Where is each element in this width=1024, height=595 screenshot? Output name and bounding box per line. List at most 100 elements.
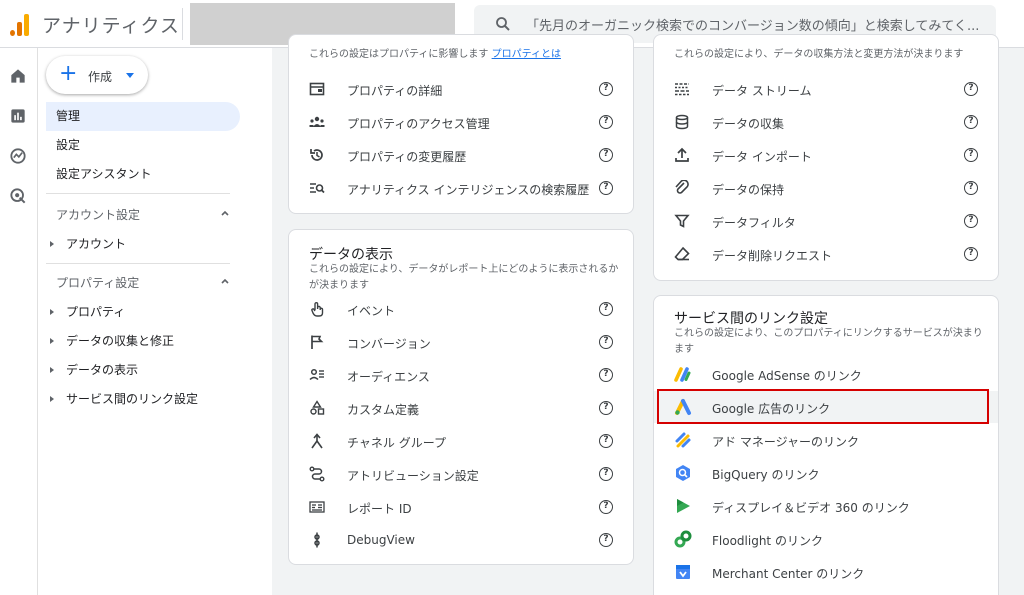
help-icon[interactable]: ? [964, 247, 978, 261]
settings-row-property-history[interactable]: プロパティの変更履歴 ? [289, 139, 633, 171]
row-label: Google AdSense のリンク [712, 369, 862, 383]
property-card-desc: これらの設定はプロパティに影響します プロパティとは [309, 49, 561, 60]
chevron-up-icon[interactable] [220, 208, 230, 218]
link-row-ad-manager[interactable]: アド マネージャーのリンク [654, 424, 998, 456]
settings-row-conversions[interactable]: コンバージョン ? [289, 326, 633, 358]
nav-sub-account[interactable]: アカウント [50, 235, 126, 252]
help-icon[interactable]: ? [599, 82, 613, 96]
data-collection-card-desc: これらの設定により、データの収集方法と変更方法が決まります [674, 49, 964, 60]
row-label: オーディエンス [347, 370, 430, 384]
settings-row-report-id[interactable]: レポート ID ? [289, 491, 633, 523]
help-icon[interactable]: ? [599, 148, 613, 162]
adsense-icon [674, 367, 691, 382]
advertising-icon[interactable] [8, 186, 28, 206]
data-collection-card: これらの設定により、データの収集方法と変更方法が決まります データ ストリーム … [653, 34, 999, 281]
debug-icon [314, 532, 320, 548]
caret-down-icon [126, 73, 134, 78]
help-icon[interactable]: ? [599, 401, 613, 415]
row-label: コンバージョン [347, 337, 431, 351]
search-input[interactable]: 「先月のオーガニック検索でのコンバージョン数の傾向」と検索してみてく... [526, 15, 986, 34]
settings-row-data-deletion[interactable]: データ削除リクエスト ? [654, 238, 998, 270]
link-row-merchant-center[interactable]: Merchant Center のリンク [654, 556, 998, 588]
highlight-box [657, 389, 989, 424]
nav-sub-property[interactable]: プロパティ [50, 303, 125, 320]
row-label: Merchant Center のリンク [712, 567, 865, 581]
nav-sub-data-display[interactable]: データの表示 [50, 361, 138, 378]
row-label: データ インポート [712, 150, 812, 164]
help-icon[interactable]: ? [964, 181, 978, 195]
settings-row-channel-groups[interactable]: チャネル グループ ? [289, 425, 633, 457]
property-card: これらの設定はプロパティに影響します プロパティとは プロパティの詳細 ? プロ… [288, 34, 634, 214]
settings-row-data-retention[interactable]: データの保持 ? [654, 172, 998, 204]
help-icon[interactable]: ? [964, 214, 978, 228]
help-icon[interactable]: ? [599, 115, 613, 129]
product-links-title: サービス間のリンク設定 [674, 311, 828, 327]
expand-triangle-icon [50, 308, 54, 315]
settings-row-debugview[interactable]: DebugView ? [289, 524, 633, 556]
help-icon[interactable]: ? [964, 82, 978, 96]
help-icon[interactable]: ? [599, 181, 613, 195]
access-management-icon [309, 116, 325, 127]
link-row-bigquery[interactable]: BigQuery のリンク [654, 457, 998, 489]
settings-row-search-history[interactable]: アナリティクス インテリジェンスの検索履歴 ? [289, 172, 633, 204]
help-icon[interactable]: ? [599, 368, 613, 382]
help-icon[interactable]: ? [599, 500, 613, 514]
expand-triangle-icon [50, 337, 54, 344]
settings-row-property-details[interactable]: プロパティの詳細 ? [289, 73, 633, 105]
home-icon[interactable] [8, 66, 28, 86]
settings-row-events[interactable]: イベント ? [289, 293, 633, 325]
settings-row-audiences[interactable]: オーディエンス ? [289, 359, 633, 391]
nav-item-setup-assistant[interactable]: 設定アシスタント [46, 160, 240, 189]
help-icon[interactable]: ? [964, 148, 978, 162]
help-icon[interactable]: ? [599, 533, 613, 547]
reports-icon[interactable] [8, 106, 28, 126]
nav-sub-data-collection[interactable]: データの収集と修正 [50, 332, 174, 349]
link-row-adsense[interactable]: Google AdSense のリンク [654, 358, 998, 390]
help-icon[interactable]: ? [599, 302, 613, 316]
help-icon[interactable]: ? [599, 335, 613, 349]
nav-sub-product-links[interactable]: サービス間のリンク設定 [50, 390, 198, 407]
help-icon[interactable]: ? [964, 115, 978, 129]
settings-row-custom-definitions[interactable]: カスタム定義 ? [289, 392, 633, 424]
help-icon[interactable]: ? [599, 467, 613, 481]
data-display-card: データの表示 これらの設定により、データがレポート上にどのように表示されるかが決… [288, 229, 634, 565]
ad-manager-icon [675, 432, 691, 448]
row-label: データの収集 [712, 117, 785, 131]
nav-item-admin[interactable]: 管理 [46, 102, 240, 131]
settings-row-data-import[interactable]: データ インポート ? [654, 139, 998, 171]
settings-row-data-filters[interactable]: データフィルタ ? [654, 205, 998, 237]
dv360-icon [677, 499, 690, 513]
row-label: レポート ID [347, 502, 412, 516]
expand-triangle-icon [50, 366, 54, 373]
settings-row-data-collection[interactable]: データの収集 ? [654, 106, 998, 138]
row-label: イベント [347, 304, 396, 318]
analytics-logo[interactable] [10, 12, 30, 36]
left-rail [0, 48, 38, 595]
row-label: プロパティのアクセス管理 [347, 117, 490, 131]
app-title: アナリティクス [42, 15, 180, 37]
settings-row-property-access[interactable]: プロパティのアクセス管理 ? [289, 106, 633, 138]
help-icon[interactable]: ? [599, 434, 613, 448]
property-settings-header[interactable]: プロパティ設定 [56, 274, 139, 291]
audience-icon [309, 368, 324, 381]
row-label: アド マネージャーのリンク [712, 435, 859, 449]
data-display-desc: これらの設定により、データがレポート上にどのように表示されるかが決まります [309, 264, 619, 291]
upload-icon [675, 147, 689, 162]
search-history-icon [310, 183, 325, 194]
explore-icon[interactable] [8, 146, 28, 166]
account-settings-header[interactable]: アカウント設定 [56, 206, 140, 223]
merge-icon [311, 433, 323, 449]
settings-row-attribution[interactable]: アトリビューション設定 ? [289, 458, 633, 490]
property-help-link[interactable]: プロパティとは [492, 49, 561, 60]
create-button[interactable]: + 作成 [46, 56, 148, 94]
link-row-dv360[interactable]: ディスプレイ＆ビデオ 360 のリンク [654, 490, 998, 522]
nav-item-settings[interactable]: 設定 [46, 131, 240, 160]
chevron-up-icon[interactable] [220, 276, 230, 286]
data-stream-icon [675, 83, 689, 96]
link-row-floodlight[interactable]: Floodlight のリンク [654, 523, 998, 555]
floodlight-icon [674, 530, 692, 548]
settings-row-data-streams[interactable]: データ ストリーム ? [654, 73, 998, 105]
expand-triangle-icon [50, 395, 54, 402]
property-details-icon [309, 82, 325, 96]
row-label: チャネル グループ [347, 436, 446, 450]
